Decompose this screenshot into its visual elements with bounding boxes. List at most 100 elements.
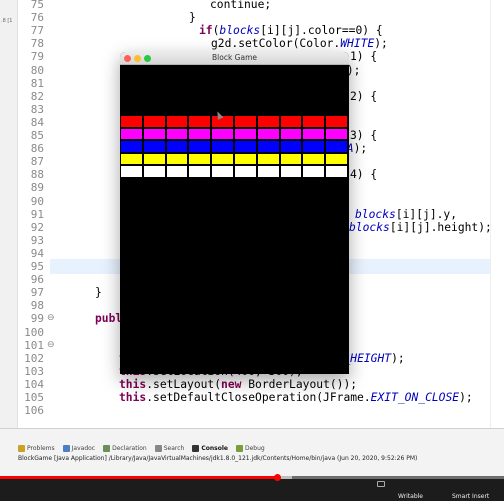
code-line[interactable]: if(blocks[i][j].color==0) { [199,24,383,37]
code-token: ); [459,391,473,404]
code-line[interactable]: blocks[i][j].y, [355,208,457,221]
window-title: Block Game [212,53,257,62]
code-line[interactable]: this.setLayout(new BorderLayout()); [119,378,357,391]
code-line[interactable]: publ [95,312,122,325]
code-token: ); [374,37,388,51]
code-line[interactable]: g2d.setColor(Color.WHITE); [211,37,388,50]
cast-icon[interactable] [377,481,385,487]
code-token: [i][j].height); [389,220,492,234]
line-number: 81 [30,76,44,90]
brick [165,127,189,140]
tab-problems[interactable]: Problems [18,442,55,454]
code-token: [i][j].color== [260,24,356,38]
code-line[interactable]: continue; [210,0,271,11]
brick [165,115,189,128]
fold-toggle-icon[interactable]: ⊖ [47,314,56,323]
brick [302,165,326,178]
block-game-window[interactable]: Block Game [120,52,349,374]
video-progress-bar[interactable] [0,474,504,481]
javadoc-icon [62,444,70,452]
code-token: this [119,391,147,404]
code-token: 3) { [350,129,378,142]
line-number: 92 [30,220,44,234]
brick [302,127,326,140]
overview-ruler[interactable] [490,0,504,428]
tab-debug[interactable]: Debug [235,442,265,454]
package-explorer-strip: .8 [1 [0,0,18,428]
brick [302,115,326,128]
brick [256,127,280,140]
brick [279,140,303,153]
code-token: WHITE [340,37,375,51]
tab-label: Debug [244,444,265,452]
brick [234,127,257,140]
code-line[interactable]: this.setDefaultCloseOperation(JFrame.EXI… [119,391,473,404]
brick [188,115,212,128]
brick [142,115,166,128]
game-canvas[interactable] [120,65,349,374]
brick [188,127,212,140]
tab-label: Javadoc [71,444,96,452]
brick [256,152,280,165]
tab-console[interactable]: Console [192,442,228,454]
tab-label: Search [163,444,185,452]
tab-javadoc[interactable]: Javadoc [62,442,96,454]
code-line[interactable]: 4) { [350,168,377,181]
code-token: 0) { [355,24,383,38]
brick [142,140,166,153]
fold-toggle-icon[interactable]: ⊖ [47,340,56,350]
line-number: 104 [24,377,44,391]
code-line[interactable]: } [189,11,196,24]
brick [142,165,166,178]
window-titlebar[interactable]: Block Game [120,52,349,65]
line-number: 101 [24,338,44,352]
line-number: 76 [30,11,44,25]
status-writable: Writable [398,493,423,500]
code-line[interactable]: 1) { [350,50,377,63]
line-number: 95 [30,260,44,273]
console-icon [192,444,200,452]
code-line[interactable]: 2) { [350,90,377,103]
problems-icon [18,444,25,452]
code-token: new [221,377,242,391]
code-token: g2d.setColor(Color. [211,37,341,51]
code-token: } [95,286,102,300]
brick [165,140,189,153]
tab-search[interactable]: Search [154,442,185,454]
view-tabs: Problems Javadoc Declaration Search Console D… [18,442,265,454]
brick [120,152,143,165]
brick [256,140,280,153]
brick [234,152,257,165]
line-number: 91 [30,207,44,221]
search-icon [154,444,162,452]
brick [256,115,280,128]
tab-label: Declaration [112,444,147,452]
code-token: 4) { [350,168,378,182]
brick [325,152,348,165]
brick [325,140,348,153]
line-number: 86 [30,142,44,156]
package-explorer-text: .8 [1 [1,18,13,24]
declaration-icon [103,444,111,452]
code-token: publ [95,312,123,326]
status-bar: Writable Smart Insert [0,491,504,501]
code-token: this [119,377,147,391]
code-line[interactable]: blocks[i][j].height); [349,221,492,234]
brick [120,115,143,128]
debug-icon [235,444,243,452]
line-number: 96 [30,273,44,287]
line-number: 88 [30,168,44,182]
code-line[interactable]: } [95,286,102,299]
code-line[interactable]: 3) { [350,129,377,142]
line-number: 82 [30,89,44,103]
line-number: 77 [30,24,44,38]
brick [279,165,303,178]
code-token: ); [391,351,405,365]
code-token: continue; [210,0,272,11]
console-panel: Problems Javadoc Declaration Search Console D… [0,428,504,476]
brick [279,127,303,140]
tab-declaration[interactable]: Declaration [103,442,147,454]
code-token: blocks [349,220,390,234]
line-number: 94 [30,246,44,260]
brick [234,165,257,178]
